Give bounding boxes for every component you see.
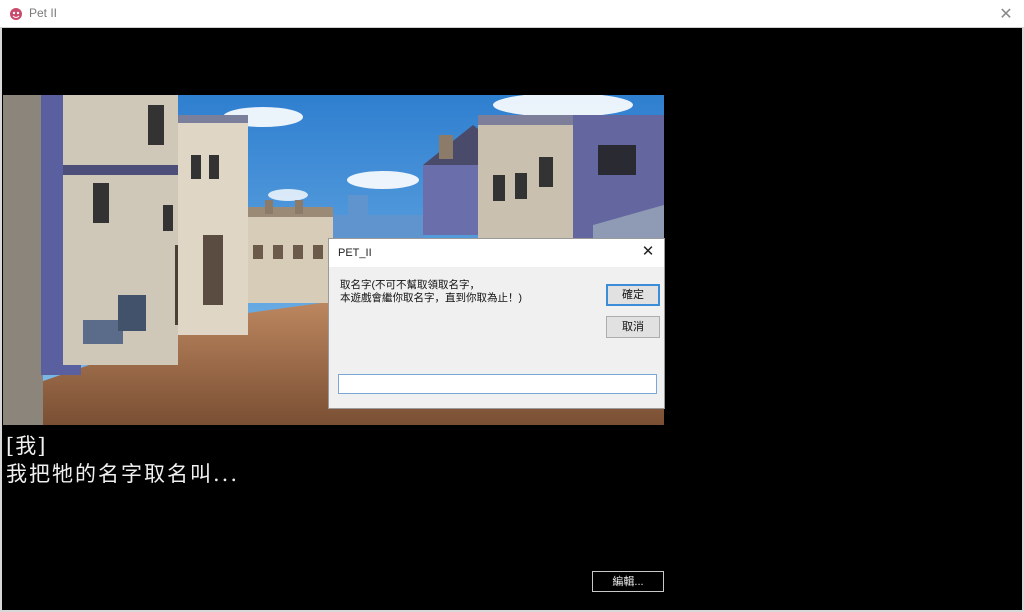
close-icon: ✕ bbox=[641, 243, 655, 260]
prompt-line-1: 取名字(不可不幫取領取名字， bbox=[340, 279, 480, 291]
ok-button[interactable]: 確定 bbox=[606, 284, 660, 306]
name-input-dialog: PET_II ✕ 取名字(不可不幫取領取名字， 本遊戲會繼你取名字，直到你取為止… bbox=[328, 238, 665, 409]
window-title: Pet II bbox=[29, 6, 58, 20]
dialog-title: PET_II bbox=[338, 247, 372, 259]
speaker-name: [我] bbox=[6, 434, 47, 458]
edit-button[interactable]: 編輯... bbox=[592, 571, 664, 592]
cancel-button[interactable]: 取消 bbox=[606, 316, 660, 338]
dialog-titlebar: PET_II ✕ bbox=[329, 239, 664, 267]
window-close-button[interactable]: ✕ bbox=[996, 4, 1016, 24]
dialog-close-button[interactable]: ✕ bbox=[638, 242, 658, 262]
window-titlebar: Pet II ✕ bbox=[0, 0, 1024, 28]
close-icon: ✕ bbox=[999, 4, 1013, 23]
app-icon bbox=[10, 8, 22, 20]
dialogue-line: 我把牠的名字取名叫... bbox=[6, 462, 240, 486]
name-input[interactable] bbox=[338, 374, 657, 394]
dialog-prompt: 取名字(不可不幫取領取名字， 本遊戲會繼你取名字，直到你取為止！) bbox=[340, 279, 600, 305]
prompt-line-2: 本遊戲會繼你取名字，直到你取為止！) bbox=[340, 292, 522, 304]
